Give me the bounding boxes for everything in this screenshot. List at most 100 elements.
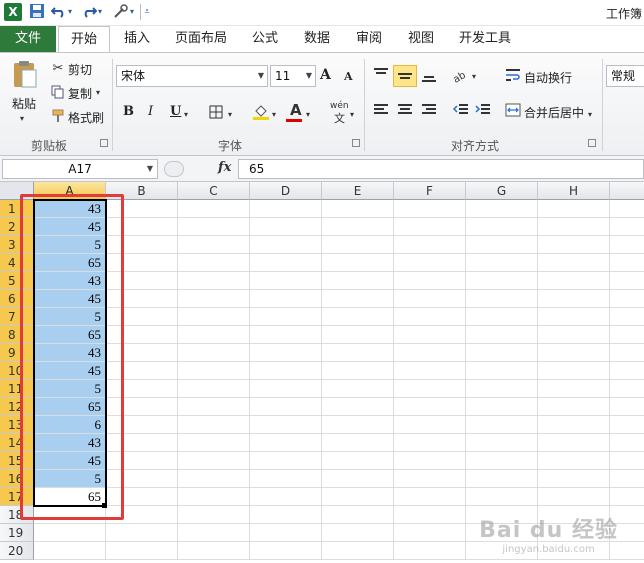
cell[interactable] xyxy=(250,326,322,344)
row-header[interactable]: 6 xyxy=(0,290,34,308)
cell[interactable] xyxy=(394,470,466,488)
cell[interactable] xyxy=(178,416,250,434)
cell[interactable] xyxy=(250,488,322,506)
column-header-i[interactable]: I xyxy=(610,182,644,200)
cell[interactable] xyxy=(106,200,178,218)
tab-page-layout[interactable]: 页面布局 xyxy=(168,26,234,52)
tab-file[interactable]: 文件 xyxy=(0,26,56,52)
cell[interactable] xyxy=(106,524,178,542)
cell[interactable] xyxy=(466,308,538,326)
tab-formulas[interactable]: 公式 xyxy=(242,26,288,52)
cell[interactable] xyxy=(178,488,250,506)
row-header[interactable]: 1 xyxy=(0,200,34,218)
cell[interactable] xyxy=(322,344,394,362)
orientation-dropdown-icon[interactable]: ▾ xyxy=(472,69,476,85)
cell[interactable] xyxy=(250,542,322,560)
cell[interactable] xyxy=(538,290,610,308)
cell[interactable] xyxy=(466,416,538,434)
cell[interactable] xyxy=(610,380,644,398)
cell[interactable] xyxy=(106,290,178,308)
cell-a[interactable]: 65 xyxy=(34,488,106,506)
cell[interactable] xyxy=(466,290,538,308)
cell[interactable] xyxy=(106,326,178,344)
cell[interactable] xyxy=(178,470,250,488)
row-header[interactable]: 5 xyxy=(0,272,34,290)
cell[interactable] xyxy=(106,308,178,326)
cell[interactable] xyxy=(538,200,610,218)
cell[interactable] xyxy=(538,362,610,380)
cell[interactable] xyxy=(394,236,466,254)
cell[interactable] xyxy=(466,362,538,380)
borders-dropdown-icon[interactable]: ▾ xyxy=(228,107,232,123)
row-header[interactable]: 14 xyxy=(0,434,34,452)
cell[interactable] xyxy=(466,200,538,218)
cell[interactable] xyxy=(538,380,610,398)
font-color-button[interactable]: A xyxy=(290,101,302,119)
column-header-a[interactable]: A xyxy=(34,182,106,200)
cell[interactable] xyxy=(322,236,394,254)
cell[interactable] xyxy=(106,434,178,452)
merge-dropdown-icon[interactable]: ▾ xyxy=(588,107,592,123)
column-header-c[interactable]: C xyxy=(178,182,250,200)
cell[interactable] xyxy=(322,362,394,380)
cell[interactable] xyxy=(394,380,466,398)
cell[interactable] xyxy=(106,254,178,272)
row-header[interactable]: 4 xyxy=(0,254,34,272)
formula-bar-splitter[interactable] xyxy=(164,161,184,177)
cell[interactable] xyxy=(610,470,644,488)
cell[interactable] xyxy=(610,308,644,326)
cell[interactable] xyxy=(538,218,610,236)
cell[interactable] xyxy=(322,524,394,542)
orientation-icon[interactable]: ab xyxy=(451,67,472,88)
row-header[interactable]: 20 xyxy=(0,542,34,560)
cell[interactable] xyxy=(178,506,250,524)
cell[interactable] xyxy=(178,200,250,218)
cut-button[interactable]: 剪切 xyxy=(68,61,92,78)
cell[interactable] xyxy=(250,506,322,524)
cell[interactable] xyxy=(250,236,322,254)
cell[interactable] xyxy=(106,236,178,254)
format-painter-button[interactable]: 格式刷 xyxy=(68,109,104,126)
cell[interactable] xyxy=(178,380,250,398)
cell[interactable] xyxy=(466,488,538,506)
cell[interactable] xyxy=(250,308,322,326)
cell-a[interactable]: 43 xyxy=(34,344,106,362)
cell[interactable] xyxy=(178,308,250,326)
row-header[interactable]: 2 xyxy=(0,218,34,236)
cell[interactable] xyxy=(610,434,644,452)
cell[interactable] xyxy=(322,434,394,452)
cell[interactable] xyxy=(322,470,394,488)
number-format-select[interactable]: 常规 xyxy=(606,65,644,87)
cell[interactable] xyxy=(538,470,610,488)
cell-a[interactable] xyxy=(34,506,106,524)
clipboard-launcher-icon[interactable] xyxy=(100,139,108,147)
cell[interactable] xyxy=(394,308,466,326)
insert-function-button[interactable]: fx xyxy=(218,160,231,175)
cell[interactable] xyxy=(322,506,394,524)
cell[interactable] xyxy=(394,326,466,344)
cell-a[interactable]: 43 xyxy=(34,272,106,290)
cell[interactable] xyxy=(106,416,178,434)
cell[interactable] xyxy=(250,362,322,380)
cell[interactable] xyxy=(394,254,466,272)
bold-button[interactable]: B xyxy=(123,104,134,119)
cell[interactable] xyxy=(466,452,538,470)
cell[interactable] xyxy=(466,218,538,236)
cell[interactable] xyxy=(178,434,250,452)
cell[interactable] xyxy=(106,398,178,416)
fill-handle[interactable] xyxy=(102,503,107,508)
align-right-icon[interactable] xyxy=(420,103,438,122)
cell[interactable] xyxy=(250,416,322,434)
font-launcher-icon[interactable] xyxy=(352,139,360,147)
cell-a[interactable] xyxy=(34,524,106,542)
row-header[interactable]: 19 xyxy=(0,524,34,542)
cell[interactable] xyxy=(394,452,466,470)
cell[interactable] xyxy=(394,488,466,506)
phonetic-dropdown-icon[interactable]: ▾ xyxy=(350,107,354,123)
cell[interactable] xyxy=(106,470,178,488)
cell[interactable] xyxy=(394,218,466,236)
cell[interactable] xyxy=(106,506,178,524)
grow-font-button[interactable]: A xyxy=(320,67,331,83)
cell[interactable] xyxy=(322,290,394,308)
cell[interactable] xyxy=(106,380,178,398)
